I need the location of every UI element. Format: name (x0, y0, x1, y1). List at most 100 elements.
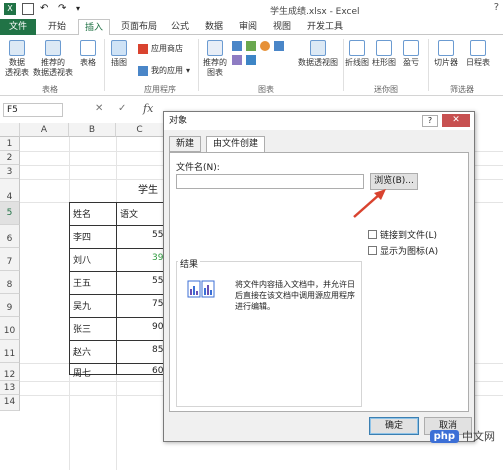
tab-developer[interactable]: 开发工具 (302, 19, 348, 35)
watermark-text: 中文网 (462, 430, 495, 443)
table-divider (69, 271, 164, 272)
column-header-c[interactable]: C (116, 123, 164, 137)
tab-review[interactable]: 审阅 (234, 19, 262, 35)
pie-chart-icon[interactable] (260, 41, 270, 51)
illustrations-button[interactable]: 插图 (107, 37, 131, 68)
row-header-2[interactable]: 2 (0, 151, 20, 165)
row-header-14[interactable]: 14 (0, 395, 20, 411)
timeline-button[interactable]: 日程表 (463, 37, 493, 68)
my-apps-button[interactable]: 我的应用 ▾ (138, 65, 190, 76)
insert-function-icon[interactable]: fx (143, 102, 153, 115)
column-header-b[interactable]: B (69, 123, 116, 137)
result-label: 结果 (178, 257, 201, 270)
tab-create-from-file[interactable]: 由文件创建 (206, 136, 266, 153)
student-name-cell[interactable]: 张三 (73, 322, 91, 335)
save-icon[interactable] (22, 3, 34, 15)
group-label-sparklines: 迷你图 (374, 85, 398, 94)
row-header-4[interactable]: 4 (0, 179, 20, 202)
row-header-9[interactable]: 9 (0, 294, 20, 317)
tab-data[interactable]: 数据 (200, 19, 228, 35)
bar-chart-icon[interactable] (274, 41, 284, 51)
customize-icon[interactable]: ▾ (76, 3, 88, 15)
student-name-cell[interactable]: 周七 (73, 366, 91, 379)
sparkline-column-icon (376, 40, 392, 56)
group-label-apps: 应用程序 (144, 85, 176, 94)
header-name-cell[interactable]: 姓名 (73, 207, 91, 220)
sparkline-line-icon (349, 40, 365, 56)
student-name-cell[interactable]: 刘八 (73, 253, 91, 266)
student-score-cell[interactable]: 55 (152, 276, 163, 286)
student-score-cell[interactable]: 90 (152, 322, 163, 332)
student-name-cell[interactable]: 吴九 (73, 299, 91, 312)
chart-types-grid[interactable] (232, 41, 292, 65)
table-divider (69, 248, 164, 249)
table-divider (69, 225, 164, 226)
tab-file[interactable]: 文件 (0, 19, 36, 35)
row-header-11[interactable]: 11 (0, 340, 20, 363)
checkbox-box[interactable] (368, 246, 377, 255)
row-header-7[interactable]: 7 (0, 248, 20, 271)
area-chart-icon[interactable] (232, 55, 242, 65)
checkbox-box[interactable] (368, 230, 377, 239)
tab-insert[interactable]: 插入 (78, 19, 110, 36)
student-name-cell[interactable]: 王五 (73, 276, 91, 289)
sparkline-winloss-button[interactable]: 盈亏 (399, 37, 423, 68)
tab-view[interactable]: 视图 (268, 19, 296, 35)
recommended-pivot-button[interactable]: 推荐的 数据透视表 (32, 37, 74, 78)
app-store-icon (138, 43, 148, 54)
recommended-charts-button[interactable]: 推荐的 图表 (201, 37, 229, 78)
table-divider (69, 363, 164, 364)
row-header-5[interactable]: 5 (0, 202, 20, 225)
student-score-cell[interactable]: 85 (152, 345, 163, 355)
column-chart-icon[interactable] (232, 41, 242, 51)
timeline-icon (470, 40, 486, 56)
slicer-button[interactable]: 切片器 (431, 37, 461, 68)
header-chinese-cell[interactable]: 语文 (120, 207, 138, 220)
student-score-cell[interactable]: 75 (152, 299, 163, 309)
select-all-corner[interactable] (0, 123, 20, 137)
student-name-cell[interactable]: 李四 (73, 230, 91, 243)
student-score-cell[interactable]: 60 (152, 366, 163, 376)
app-store-button[interactable]: 应用商店 (138, 43, 183, 54)
dialog-close-button[interactable]: ✕ (442, 114, 470, 127)
table-button[interactable]: 表格 (76, 37, 100, 68)
sparkline-line-button[interactable]: 折线图 (345, 37, 369, 68)
row-header-10[interactable]: 10 (0, 317, 20, 340)
row-header-1[interactable]: 1 (0, 137, 20, 151)
tab-create-new[interactable]: 新建 (169, 136, 202, 152)
display-as-icon-checkbox[interactable]: 显示为图标(A) (368, 244, 438, 257)
recommended-charts-icon (207, 40, 223, 56)
tab-home[interactable]: 开始 (40, 19, 74, 35)
help-icon[interactable]: ? (494, 2, 499, 13)
student-score-cell[interactable]: 55 (152, 230, 163, 240)
tab-page-layout[interactable]: 页面布局 (116, 19, 162, 35)
line-chart-icon[interactable] (246, 41, 256, 51)
illustrations-icon (111, 40, 127, 56)
cancel-icon[interactable]: ✕ (95, 103, 103, 114)
result-description: 将文件内容插入文档中，并允许日后直接在该文档中调用源应用程序进行编辑。 (235, 280, 355, 311)
tab-formulas[interactable]: 公式 (166, 19, 194, 35)
sheet-title-cell[interactable]: 学生 (138, 181, 158, 196)
name-box[interactable]: F5 (3, 103, 63, 117)
undo-icon[interactable]: ↶ (40, 3, 52, 15)
sparkline-column-button[interactable]: 柱形图 (372, 37, 396, 68)
group-separator (104, 39, 105, 91)
filename-input[interactable] (176, 174, 364, 189)
pivot-chart-button[interactable]: 数据透视图 (296, 37, 340, 68)
row-header-12[interactable]: 12 (0, 363, 20, 381)
column-header-a[interactable]: A (20, 123, 69, 137)
row-header-6[interactable]: 6 (0, 225, 20, 248)
link-to-file-checkbox[interactable]: 链接到文件(L) (368, 228, 437, 241)
row-header-13[interactable]: 13 (0, 381, 20, 395)
sparkline-winloss-icon (403, 40, 419, 56)
enter-icon[interactable]: ✓ (118, 103, 126, 114)
dialog-help-button[interactable]: ? (422, 115, 438, 127)
student-score-cell[interactable]: 39 (152, 253, 163, 263)
ok-button[interactable]: 确定 (369, 417, 419, 435)
scatter-chart-icon[interactable] (246, 55, 256, 65)
row-header-3[interactable]: 3 (0, 165, 20, 179)
student-name-cell[interactable]: 赵六 (73, 345, 91, 358)
row-header-8[interactable]: 8 (0, 271, 20, 294)
pivot-table-button[interactable]: 数据 透视表 (2, 37, 32, 78)
redo-icon[interactable]: ↷ (58, 3, 70, 15)
